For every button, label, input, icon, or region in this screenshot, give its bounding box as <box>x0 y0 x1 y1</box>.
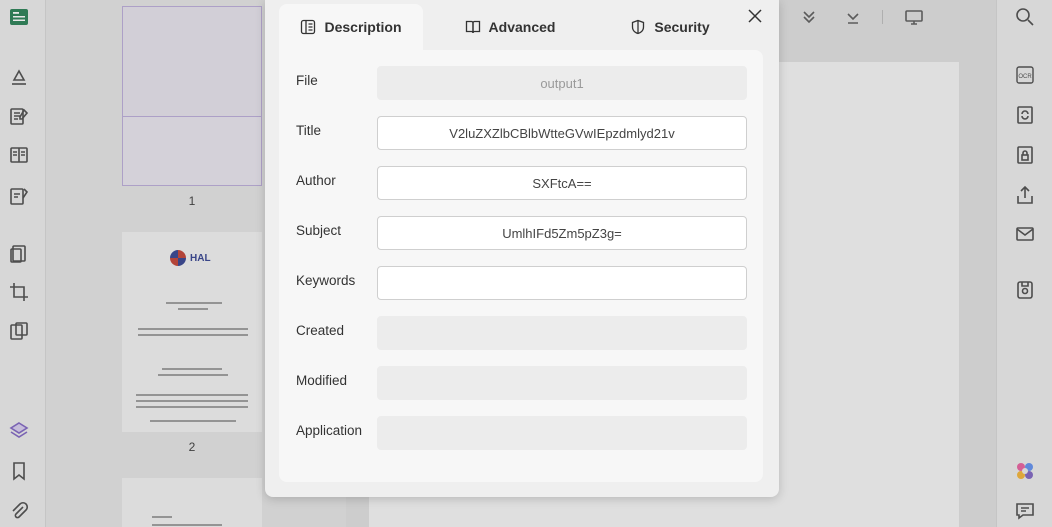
compare-icon[interactable] <box>8 320 30 342</box>
ocr-icon[interactable]: OCR <box>1014 64 1036 86</box>
created-row: Created <box>279 316 763 350</box>
subject-row: Subject UmlhIFd5Zm5pZ3g= <box>279 216 763 250</box>
thumb-text-line <box>178 308 208 310</box>
created-label: Created <box>296 323 345 338</box>
thumb-text-line <box>150 420 236 422</box>
save-icon[interactable] <box>1014 279 1036 301</box>
tab-security-label: Security <box>654 19 710 35</box>
thumb-text-line <box>158 374 228 376</box>
share-icon[interactable] <box>1014 184 1036 206</box>
toolbar-divider <box>882 10 883 24</box>
keywords-label: Keywords <box>296 273 356 288</box>
thumb-text-line <box>136 406 248 408</box>
scroll-to-end-icon[interactable] <box>844 8 862 31</box>
book-icon <box>465 20 480 34</box>
right-toolbar: OCR <box>996 0 1052 527</box>
convert-icon[interactable] <box>8 243 30 265</box>
page-thumbnail-3[interactable] <box>122 478 262 527</box>
subject-label: Subject <box>296 223 342 238</box>
shield-icon <box>632 19 645 35</box>
page-number-2: 2 <box>188 440 196 454</box>
tab-description[interactable]: Description <box>279 4 423 50</box>
viewport-indicator <box>123 7 261 117</box>
thumb-text-line <box>138 334 248 336</box>
left-toolbar <box>0 0 46 527</box>
tab-advanced-label: Advanced <box>488 19 556 35</box>
description-panel: File output1 Title V2luZXZlbCBlbWtteGVwI… <box>279 50 763 482</box>
subject-field[interactable]: UmlhIFd5Zm5pZ3g= <box>377 216 747 250</box>
document-info-icon <box>301 19 316 35</box>
modified-label: Modified <box>296 373 348 388</box>
file-label: File <box>296 73 318 88</box>
author-row: Author SXFtcA== <box>279 166 763 200</box>
author-label: Author <box>296 173 336 188</box>
attachment-icon[interactable] <box>8 500 30 522</box>
ai-assistant-icon[interactable] <box>1014 460 1036 482</box>
document-properties-dialog: Description Advanced Security File outpu… <box>265 0 779 497</box>
slideshow-icon[interactable] <box>904 8 924 31</box>
file-row: File output1 <box>279 66 763 100</box>
properties-tabs: Description Advanced Security <box>279 4 763 50</box>
title-field[interactable]: V2luZXZlbCBlbWtteGVwIEpzdmlyd21v <box>377 116 747 150</box>
keywords-field[interactable] <box>377 266 747 300</box>
thumb-text-line <box>136 394 248 396</box>
application-row: Application <box>279 416 763 450</box>
page-thumbnail-2[interactable]: HAL <box>122 232 262 432</box>
highlighter-icon[interactable] <box>8 66 30 88</box>
modified-field <box>377 366 747 400</box>
keywords-row: Keywords <box>279 266 763 300</box>
comments-icon[interactable] <box>1014 500 1036 522</box>
application-field <box>377 416 747 450</box>
reader-mode-icon[interactable] <box>8 6 30 28</box>
edit-text-icon[interactable] <box>8 105 30 127</box>
organize-pages-icon[interactable] <box>8 144 30 166</box>
svg-text:OCR: OCR <box>1018 74 1032 80</box>
email-icon[interactable] <box>1014 223 1036 245</box>
crop-icon[interactable] <box>8 281 30 303</box>
page-number-1: 1 <box>188 194 196 208</box>
modified-row: Modified <box>279 366 763 400</box>
convert-pdf-icon[interactable] <box>1014 104 1036 126</box>
hal-logo-text: HAL <box>190 252 211 264</box>
tab-security[interactable]: Security <box>615 4 725 50</box>
created-field <box>377 316 747 350</box>
author-field[interactable]: SXFtcA== <box>377 166 747 200</box>
thumb-text-line <box>138 328 248 330</box>
scroll-down-double-icon[interactable] <box>800 8 818 31</box>
tab-advanced[interactable]: Advanced <box>455 4 565 50</box>
file-field: output1 <box>377 66 747 100</box>
thumb-text-line <box>162 368 222 370</box>
search-icon[interactable] <box>1014 6 1036 28</box>
page-thumbnail-1[interactable] <box>122 6 262 186</box>
hal-mark-icon <box>170 250 186 266</box>
thumb-text-line <box>166 302 222 304</box>
bookmark-icon[interactable] <box>8 460 30 482</box>
title-row: Title V2luZXZlbCBlbWtteGVwIEpzdmlyd21v <box>279 116 763 150</box>
title-label: Title <box>296 123 322 138</box>
thumb-text-line <box>152 516 172 518</box>
thumb-text-line <box>136 400 248 402</box>
application-label: Application <box>296 423 363 438</box>
layers-icon[interactable] <box>8 420 30 442</box>
tab-description-label: Description <box>324 19 402 35</box>
thumb-text-line <box>152 524 222 526</box>
hal-logo: HAL <box>170 250 211 266</box>
protect-icon[interactable] <box>1014 144 1036 166</box>
fill-sign-icon[interactable] <box>8 185 30 207</box>
